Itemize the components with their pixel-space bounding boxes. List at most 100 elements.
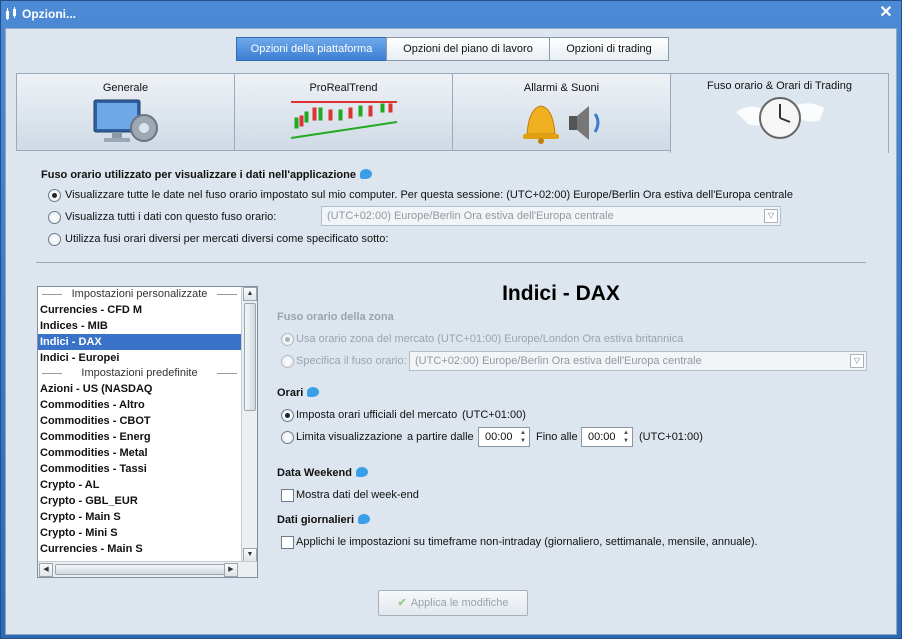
- title-bar: Opzioni... ✕: [1, 1, 901, 27]
- to-time-timezone: (UTC+01:00): [639, 431, 703, 443]
- chevron-down-icon: ▽: [850, 354, 864, 368]
- window-title: Opzioni...: [22, 7, 76, 21]
- hours-heading: Orari: [277, 387, 320, 399]
- scroll-down-icon[interactable]: ▼: [243, 548, 257, 562]
- list-group-header: Impostazioni personalizzate: [38, 287, 241, 302]
- daily-checkbox-label: Applichi le impostazioni su timeframe no…: [296, 536, 758, 548]
- radio-fixed-timezone-label: Visualizza tutti i dati con questo fuso …: [65, 211, 277, 223]
- tab-general[interactable]: Generale: [16, 73, 235, 151]
- scroll-up-icon[interactable]: ▲: [243, 287, 257, 301]
- to-label: Fino alle: [536, 431, 578, 443]
- list-item[interactable]: Crypto - GBL_EUR: [38, 493, 241, 509]
- market-list-items: Impostazioni personalizzate Currencies -…: [38, 287, 241, 562]
- tab-timezone-label: Fuso orario & Orari di Trading: [707, 80, 852, 92]
- fixed-timezone-select[interactable]: (UTC+02:00) Europe/Berlin Ora estiva del…: [321, 206, 781, 226]
- zone-heading: Fuso orario della zona: [277, 311, 394, 323]
- tab-platform-options[interactable]: Opzioni della piattaforma: [236, 37, 387, 61]
- monitor-gear-icon: [93, 99, 158, 142]
- market-list[interactable]: Impostazioni personalizzate Currencies -…: [37, 286, 258, 578]
- tab-trading-options[interactable]: Opzioni di trading: [549, 37, 669, 61]
- bell-speaker-icon: [522, 105, 599, 144]
- stepper-arrows-icon[interactable]: ▲ ▼: [621, 429, 631, 445]
- horizontal-scrollbar[interactable]: ◀ ▶: [38, 561, 257, 577]
- tab-prorealtrend[interactable]: ProRealTrend: [234, 73, 453, 151]
- weekend-heading-text: Data Weekend: [277, 467, 352, 479]
- tab-prorealtrend-label: ProRealTrend: [309, 82, 378, 94]
- tab-alarms-sounds[interactable]: Allarmi & Suoni: [452, 73, 671, 151]
- list-item[interactable]: Commodities - CBOT: [38, 413, 241, 429]
- list-item-selected[interactable]: Indici - DAX: [38, 334, 241, 350]
- tab-timezone-trading-hours[interactable]: Fuso orario & Orari di Trading: [670, 73, 889, 153]
- daily-heading: Dati giornalieri: [277, 514, 371, 526]
- list-item[interactable]: Indices - MIB: [38, 318, 241, 334]
- zone-select-value: (UTC+02:00) Europe/Berlin Ora estiva del…: [415, 355, 702, 367]
- apply-changes-label: Applica le modifiche: [410, 597, 509, 609]
- tab-alarms-label: Allarmi & Suoni: [523, 82, 600, 94]
- tab-workspace-options[interactable]: Opzioni del piano di lavoro: [386, 37, 550, 61]
- dialog-body: Opzioni della piattaforma Opzioni del pi…: [5, 28, 897, 635]
- list-item[interactable]: Commodities - Metal: [38, 445, 241, 461]
- radio-official-hours-label: Imposta orari ufficiali del mercato: [296, 409, 458, 421]
- radio-fixed-timezone[interactable]: [48, 211, 61, 224]
- info-bubble-icon[interactable]: [358, 514, 371, 524]
- list-item[interactable]: Commodities - Energ: [38, 429, 241, 445]
- list-item[interactable]: Currencies - CFD M: [38, 302, 241, 318]
- to-time-spinner[interactable]: 00:00 ▲ ▼: [581, 427, 633, 447]
- section-divider: [36, 262, 866, 263]
- radio-local-timezone-label: Visualizzare tutte le date nel fuso orar…: [65, 189, 793, 201]
- app-candles-icon: [6, 7, 16, 20]
- timezone-heading-text: Fuso orario utilizzato per visualizzare …: [41, 169, 356, 181]
- from-time-value: 00:00: [485, 431, 513, 443]
- radio-specify-zone: [281, 355, 294, 368]
- info-bubble-icon[interactable]: [307, 387, 320, 397]
- list-item[interactable]: Crypto - Main S: [38, 509, 241, 525]
- trend-chart-icon: [290, 101, 397, 139]
- daily-checkbox[interactable]: [281, 536, 294, 549]
- list-item[interactable]: Indici - Europei: [38, 350, 241, 366]
- official-hours-timezone: (UTC+01:00): [462, 409, 526, 421]
- checkmark-icon: ✔: [397, 597, 407, 609]
- apply-changes-button[interactable]: ✔ Applica le modifiche: [378, 590, 528, 616]
- radio-specify-zone-label: Specifica il fuso orario:: [296, 355, 407, 367]
- weekend-checkbox-label: Mostra dati del week-end: [296, 489, 419, 501]
- radio-limit-display[interactable]: [281, 431, 294, 444]
- radio-per-market-timezone-label: Utilizza fusi orari diversi per mercati …: [65, 233, 389, 245]
- scroll-right-icon[interactable]: ▶: [224, 563, 238, 577]
- market-title: Indici - DAX: [502, 282, 620, 305]
- list-group-header: Impostazioni predefinite: [38, 366, 241, 381]
- list-item[interactable]: Crypto - AL: [38, 477, 241, 493]
- close-icon[interactable]: ✕: [877, 4, 895, 22]
- stepper-arrows-icon[interactable]: ▲ ▼: [518, 429, 528, 445]
- hours-heading-text: Orari: [277, 387, 304, 399]
- radio-market-zone-label: Usa orario zona del mercato (UTC+01:00) …: [296, 333, 684, 345]
- info-bubble-icon[interactable]: [356, 467, 368, 477]
- tab-baseline: [16, 150, 670, 151]
- from-time-spinner[interactable]: 00:00 ▲ ▼: [478, 427, 530, 447]
- list-item[interactable]: Currencies - Main S: [38, 541, 241, 557]
- radio-official-hours[interactable]: [281, 409, 294, 422]
- info-bubble-icon[interactable]: [359, 169, 372, 179]
- list-item[interactable]: Azioni - US (NASDAQ: [38, 381, 241, 397]
- tab-general-label: Generale: [102, 82, 149, 94]
- fixed-timezone-value: (UTC+02:00) Europe/Berlin Ora estiva del…: [327, 210, 614, 222]
- timezone-heading: Fuso orario utilizzato per visualizzare …: [41, 169, 372, 181]
- list-item[interactable]: Crypto - Mini S: [38, 525, 241, 541]
- vertical-scrollbar[interactable]: ▲ ▼: [241, 287, 257, 562]
- chevron-down-icon[interactable]: ▽: [764, 209, 778, 223]
- radio-limit-display-label: Limita visualizzazione: [296, 431, 403, 443]
- weekend-heading: Data Weekend: [277, 467, 368, 479]
- list-item[interactable]: Commodities - Altro: [38, 397, 241, 413]
- world-clock-icon: [735, 97, 824, 139]
- weekend-checkbox[interactable]: [281, 489, 294, 502]
- scroll-thumb[interactable]: [244, 303, 256, 411]
- from-label: a partire dalle: [407, 431, 474, 443]
- hscroll-thumb[interactable]: [55, 564, 225, 575]
- radio-per-market-timezone[interactable]: [48, 233, 61, 246]
- radio-local-timezone[interactable]: [48, 189, 61, 202]
- scroll-left-icon[interactable]: ◀: [39, 563, 53, 577]
- radio-market-zone: [281, 333, 294, 346]
- options-window: Opzioni... ✕ Opzioni della piattaforma O…: [0, 0, 902, 639]
- zone-select: (UTC+02:00) Europe/Berlin Ora estiva del…: [409, 351, 867, 371]
- daily-heading-text: Dati giornalieri: [277, 514, 355, 526]
- list-item[interactable]: Commodities - Tassi: [38, 461, 241, 477]
